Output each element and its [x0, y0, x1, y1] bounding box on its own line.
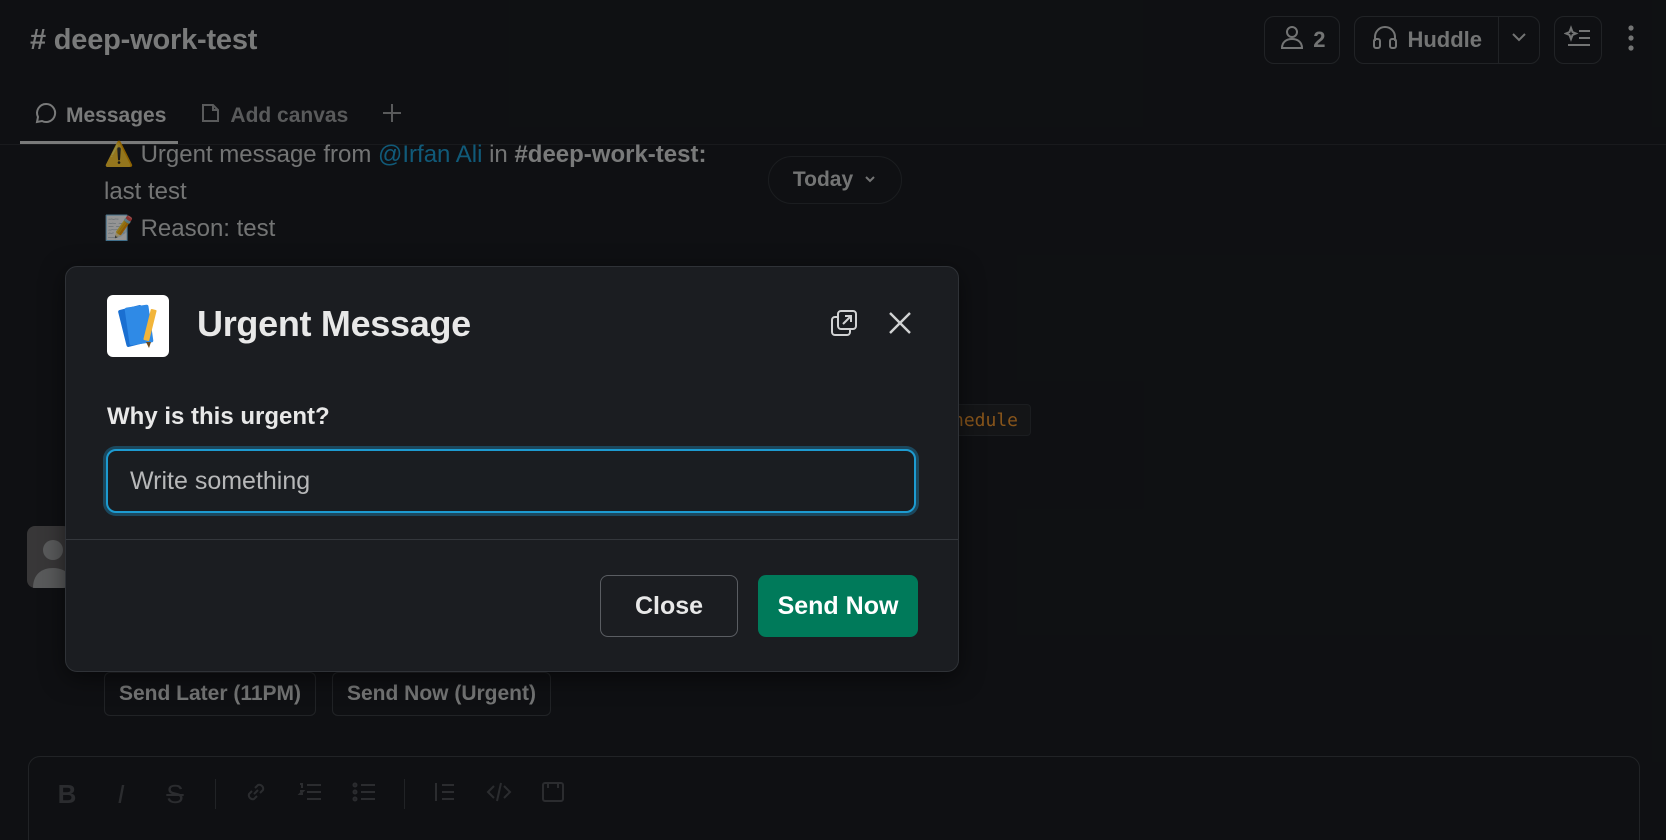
popout-button[interactable]	[826, 307, 862, 343]
modal-divider	[66, 539, 958, 540]
send-now-button[interactable]: Send Now	[758, 575, 918, 637]
modal-title: Urgent Message	[197, 303, 471, 344]
urgency-reason-label: Why is this urgent?	[107, 403, 330, 430]
urgent-message-modal: Urgent Message Why is this urgent? Close…	[65, 266, 959, 672]
popout-icon	[828, 307, 860, 344]
close-button[interactable]: Close	[600, 575, 738, 637]
urgency-reason-input[interactable]	[106, 449, 916, 513]
close-icon	[887, 310, 913, 341]
app-icon	[107, 295, 169, 357]
modal-close-button[interactable]	[882, 307, 918, 343]
